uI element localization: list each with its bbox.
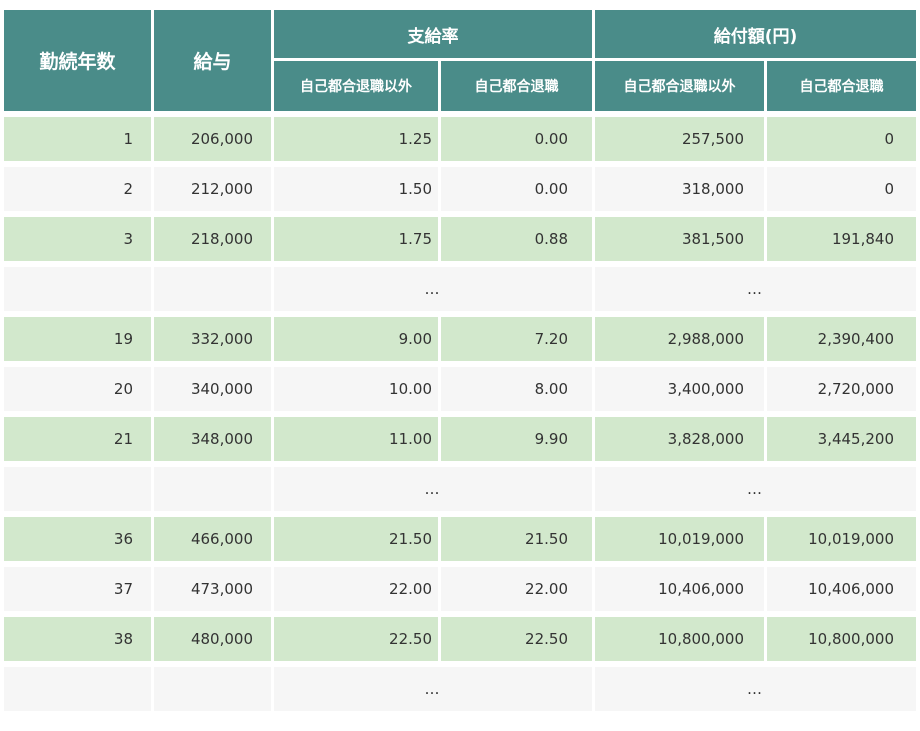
cell-amount-voluntary-excluded: 2,988,000 bbox=[595, 317, 764, 361]
cell-rate-voluntary-excluded: 1.75 bbox=[274, 217, 438, 261]
cell-rate-voluntary: 8.00 bbox=[441, 367, 592, 411]
cell-years: 2 bbox=[4, 167, 151, 211]
header-rate-voluntary: 自己都合退職 bbox=[441, 61, 592, 111]
cell-amount-voluntary-excluded: 3,400,000 bbox=[595, 367, 764, 411]
table-row: 21 348,000 11.00 9.90 3,828,000 3,445,200 bbox=[4, 417, 916, 461]
cell-amount-voluntary-excluded: 10,019,000 bbox=[595, 517, 764, 561]
cell-rate-voluntary: 0.88 bbox=[441, 217, 592, 261]
cell-rate-voluntary: 22.00 bbox=[441, 567, 592, 611]
cell-amount-voluntary-excluded: 381,500 bbox=[595, 217, 764, 261]
cell-amount-voluntary: 10,800,000 bbox=[767, 617, 916, 661]
table-row: 2 212,000 1.50 0.00 318,000 0 bbox=[4, 167, 916, 211]
cell-rate-voluntary-excluded: 9.00 bbox=[274, 317, 438, 361]
header-rate-group: 支給率 bbox=[274, 10, 592, 58]
header-amount-group: 給付額(円) bbox=[595, 10, 916, 58]
header-amount-voluntary: 自己都合退職 bbox=[767, 61, 916, 111]
cell-amount-voluntary: 3,445,200 bbox=[767, 417, 916, 461]
header-years: 勤続年数 bbox=[4, 10, 151, 111]
cell-amount-ellipsis: … bbox=[595, 267, 916, 311]
table-row: 37 473,000 22.00 22.00 10,406,000 10,406,000 bbox=[4, 567, 916, 611]
ellipsis-row: …… bbox=[4, 667, 916, 711]
cell-amount-ellipsis: … bbox=[595, 667, 916, 711]
cell-years: 20 bbox=[4, 367, 151, 411]
cell-amount-voluntary-excluded: 10,406,000 bbox=[595, 567, 764, 611]
cell-amount-voluntary-excluded: 257,500 bbox=[595, 117, 764, 161]
cell-salary: 348,000 bbox=[154, 417, 271, 461]
table-body: 1 206,000 1.25 0.00 257,500 0 2 212,000 1.50 0.00… bbox=[4, 117, 916, 717]
cell-years: 3 bbox=[4, 217, 151, 261]
cell-rate-voluntary: 0.00 bbox=[441, 167, 592, 211]
cell-years-empty bbox=[4, 667, 151, 711]
cell-salary: 332,000 bbox=[154, 317, 271, 361]
cell-salary: 466,000 bbox=[154, 517, 271, 561]
cell-salary: 218,000 bbox=[154, 217, 271, 261]
cell-rate-voluntary-excluded: 1.50 bbox=[274, 167, 438, 211]
table-row: 19 332,000 9.00 7.20 2,988,000 2,390,400 bbox=[4, 317, 916, 361]
header-rate-voluntary-excluded: 自己都合退職以外 bbox=[274, 61, 438, 111]
table-row: 38 480,000 22.50 22.50 10,800,000 10,800,000 bbox=[4, 617, 916, 661]
cell-rate-voluntary-excluded: 22.50 bbox=[274, 617, 438, 661]
cell-years-empty bbox=[4, 267, 151, 311]
table-header: 勤続年数 給与 支給率 給付額(円) 自己都合退職以外 自己都合退職 自己都合退… bbox=[4, 10, 916, 111]
cell-years: 19 bbox=[4, 317, 151, 361]
cell-salary: 480,000 bbox=[154, 617, 271, 661]
cell-rate-voluntary-excluded: 11.00 bbox=[274, 417, 438, 461]
table-row: 36 466,000 21.50 21.50 10,019,000 10,019,000 bbox=[4, 517, 916, 561]
cell-years-empty bbox=[4, 467, 151, 511]
cell-amount-voluntary: 10,019,000 bbox=[767, 517, 916, 561]
cell-amount-voluntary: 2,720,000 bbox=[767, 367, 916, 411]
cell-rate-voluntary-excluded: 1.25 bbox=[274, 117, 438, 161]
table-row: 20 340,000 10.00 8.00 3,400,000 2,720,000 bbox=[4, 367, 916, 411]
cell-rate-voluntary-excluded: 22.00 bbox=[274, 567, 438, 611]
cell-years: 36 bbox=[4, 517, 151, 561]
cell-years: 21 bbox=[4, 417, 151, 461]
cell-rate-ellipsis: … bbox=[274, 467, 592, 511]
cell-salary-empty bbox=[154, 267, 271, 311]
cell-rate-voluntary: 9.90 bbox=[441, 417, 592, 461]
cell-years: 37 bbox=[4, 567, 151, 611]
cell-rate-voluntary: 7.20 bbox=[441, 317, 592, 361]
cell-years: 38 bbox=[4, 617, 151, 661]
cell-rate-voluntary-excluded: 10.00 bbox=[274, 367, 438, 411]
cell-salary: 212,000 bbox=[154, 167, 271, 211]
cell-amount-voluntary: 0 bbox=[767, 117, 916, 161]
cell-amount-ellipsis: … bbox=[595, 467, 916, 511]
header-amount-voluntary-excluded: 自己都合退職以外 bbox=[595, 61, 764, 111]
retirement-allowance-table: 勤続年数 給与 支給率 給付額(円) 自己都合退職以外 自己都合退職 自己都合退… bbox=[4, 10, 916, 711]
table-row: 3 218,000 1.75 0.88 381,500 191,840 bbox=[4, 217, 916, 261]
cell-salary-empty bbox=[154, 467, 271, 511]
ellipsis-row: …… bbox=[4, 467, 916, 511]
cell-amount-voluntary: 2,390,400 bbox=[767, 317, 916, 361]
cell-years: 1 bbox=[4, 117, 151, 161]
cell-amount-voluntary-excluded: 3,828,000 bbox=[595, 417, 764, 461]
cell-salary: 340,000 bbox=[154, 367, 271, 411]
cell-amount-voluntary: 10,406,000 bbox=[767, 567, 916, 611]
cell-rate-voluntary: 0.00 bbox=[441, 117, 592, 161]
cell-rate-ellipsis: … bbox=[274, 667, 592, 711]
ellipsis-row: …… bbox=[4, 267, 916, 311]
cell-rate-voluntary-excluded: 21.50 bbox=[274, 517, 438, 561]
cell-salary: 206,000 bbox=[154, 117, 271, 161]
cell-rate-ellipsis: … bbox=[274, 267, 592, 311]
cell-rate-voluntary: 22.50 bbox=[441, 617, 592, 661]
cell-amount-voluntary: 191,840 bbox=[767, 217, 916, 261]
cell-amount-voluntary-excluded: 318,000 bbox=[595, 167, 764, 211]
cell-rate-voluntary: 21.50 bbox=[441, 517, 592, 561]
table-row: 1 206,000 1.25 0.00 257,500 0 bbox=[4, 117, 916, 161]
header-salary: 給与 bbox=[154, 10, 271, 111]
cell-salary: 473,000 bbox=[154, 567, 271, 611]
cell-salary-empty bbox=[154, 667, 271, 711]
cell-amount-voluntary-excluded: 10,800,000 bbox=[595, 617, 764, 661]
cell-amount-voluntary: 0 bbox=[767, 167, 916, 211]
